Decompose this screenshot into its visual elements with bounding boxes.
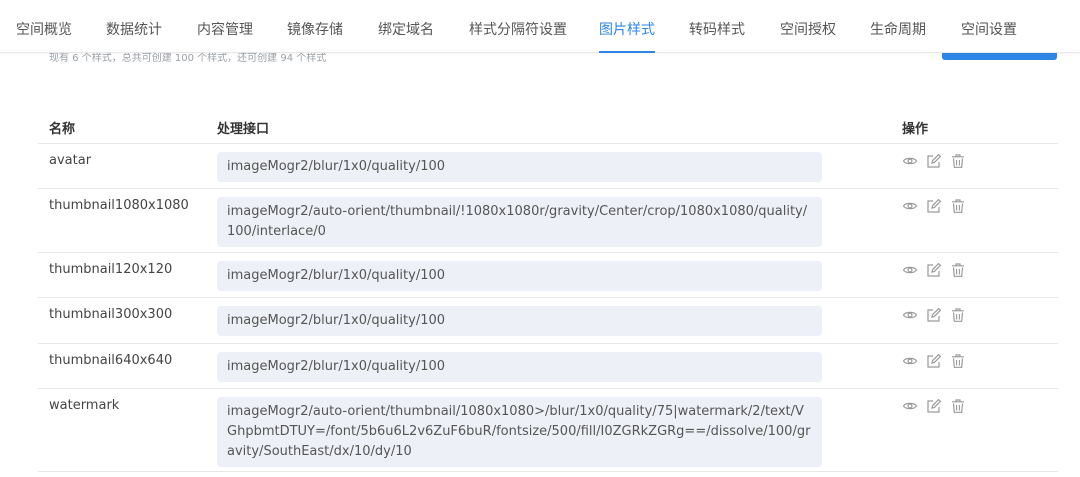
eye-icon[interactable] [902, 353, 918, 369]
trash-icon[interactable] [950, 353, 966, 369]
eye-icon[interactable] [902, 262, 918, 278]
style-name: thumbnail300x300 [49, 307, 173, 322]
table-row: avatar imageMogr2/blur/1x0/quality/100 [38, 144, 1058, 189]
style-api: imageMogr2/blur/1x0/quality/100 [217, 352, 822, 382]
header-ops: 操作 [902, 122, 929, 137]
style-api: imageMogr2/auto-orient/thumbnail/1080x10… [217, 397, 822, 467]
trash-icon[interactable] [950, 198, 966, 214]
tab-space-overview[interactable]: 空间概览 [16, 0, 72, 52]
tab-style-separator[interactable]: 样式分隔符设置 [469, 0, 567, 52]
eye-icon[interactable] [902, 198, 918, 214]
trash-icon[interactable] [950, 398, 966, 414]
tab-transcode-style[interactable]: 转码样式 [689, 0, 745, 52]
edit-icon[interactable] [926, 198, 942, 214]
style-table: 名称 处理接口 操作 avatar imageMogr2/blur/1x0/qu… [38, 106, 1058, 472]
trash-icon[interactable] [950, 262, 966, 278]
table-row: thumbnail1080x1080 imageMogr2/auto-orien… [38, 189, 1058, 253]
tab-bar: 空间概览 数据统计 内容管理 镜像存储 绑定域名 样式分隔符设置 图片样式 转码… [0, 0, 1080, 53]
tab-space-settings[interactable]: 空间设置 [961, 0, 1017, 52]
table-row: thumbnail120x120 imageMogr2/blur/1x0/qua… [38, 253, 1058, 298]
table-row: thumbnail640x640 imageMogr2/blur/1x0/qua… [38, 344, 1058, 389]
style-api: imageMogr2/blur/1x0/quality/100 [217, 306, 822, 336]
eye-icon[interactable] [902, 153, 918, 169]
style-api: imageMogr2/auto-orient/thumbnail/!1080x1… [217, 197, 822, 247]
style-count-summary: 现有 6 个样式，总共可创建 100 个样式，还可创建 94 个样式 [49, 53, 327, 64]
style-api: imageMogr2/blur/1x0/quality/100 [217, 152, 822, 182]
eye-icon[interactable] [902, 398, 918, 414]
style-name: thumbnail640x640 [49, 353, 173, 368]
header-api: 处理接口 [217, 122, 270, 137]
tab-data-stats[interactable]: 数据统计 [106, 0, 162, 52]
style-name: avatar [49, 153, 92, 168]
tab-space-auth[interactable]: 空间授权 [780, 0, 836, 52]
table-row: watermark imageMogr2/auto-orient/thumbna… [38, 389, 1058, 472]
style-name: watermark [49, 398, 120, 413]
tab-image-style[interactable]: 图片样式 [599, 0, 655, 53]
table-row: thumbnail300x300 imageMogr2/blur/1x0/qua… [38, 298, 1058, 344]
edit-icon[interactable] [926, 262, 942, 278]
style-name: thumbnail120x120 [49, 262, 173, 277]
tab-lifecycle[interactable]: 生命周期 [870, 0, 926, 52]
tab-mirror-storage[interactable]: 镜像存储 [287, 0, 343, 52]
eye-icon[interactable] [902, 307, 918, 323]
style-api: imageMogr2/blur/1x0/quality/100 [217, 261, 822, 291]
edit-icon[interactable] [926, 307, 942, 323]
edit-icon[interactable] [926, 398, 942, 414]
trash-icon[interactable] [950, 153, 966, 169]
style-name: thumbnail1080x1080 [49, 198, 189, 213]
trash-icon[interactable] [950, 307, 966, 323]
table-header: 名称 处理接口 操作 [38, 106, 1058, 144]
header-name: 名称 [49, 122, 76, 137]
edit-icon[interactable] [926, 153, 942, 169]
tab-content-manage[interactable]: 内容管理 [197, 0, 253, 52]
edit-icon[interactable] [926, 353, 942, 369]
tab-bind-domain[interactable]: 绑定域名 [378, 0, 434, 52]
